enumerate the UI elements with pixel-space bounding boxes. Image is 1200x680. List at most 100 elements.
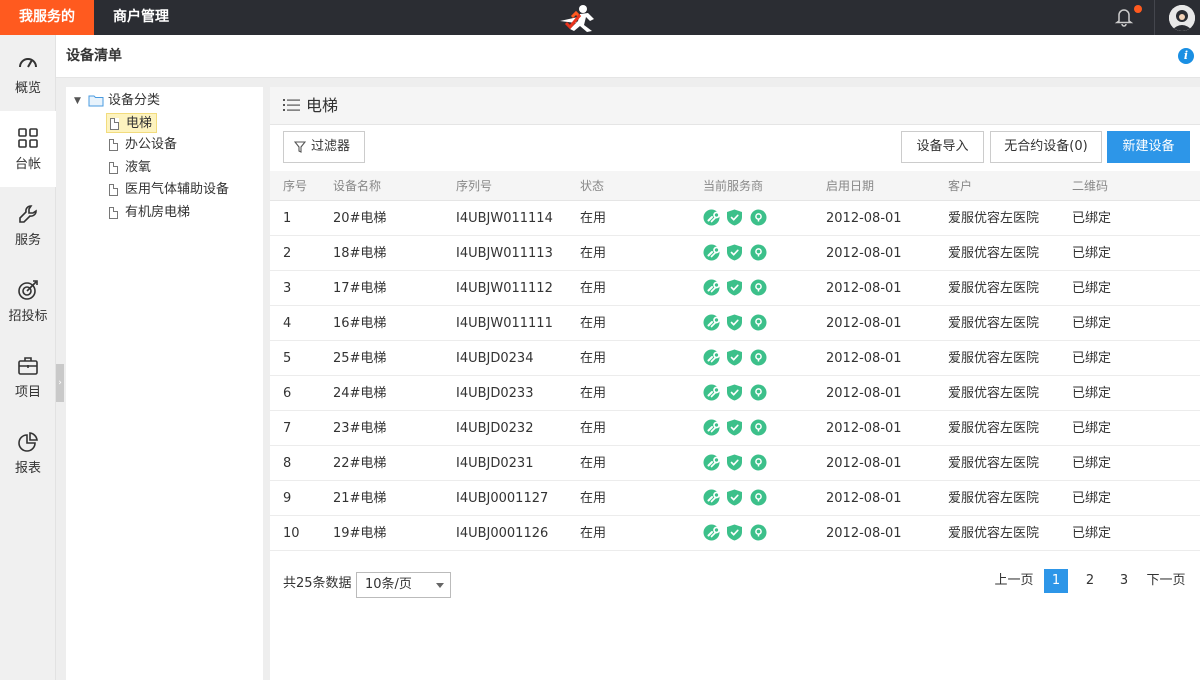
table-row[interactable]: 4 16#电梯 I4UBJW011111 在用 2012-08-01 爱服优容左医院 已绑定 [270,306,1200,341]
top-bar: 我服务的 商户管理 [0,0,1200,35]
table-row[interactable]: 10 19#电梯 I4UBJ0001126 在用 2012-08-01 爱服优容左医院 已绑… [270,516,1200,551]
page-2-button[interactable]: 2 [1078,569,1102,593]
page-3-button[interactable]: 3 [1112,569,1136,593]
shield-check-icon[interactable] [726,524,743,541]
briefcase-icon [18,357,38,375]
cell-name: 20#电梯 [333,211,387,226]
import-equipment-button[interactable]: 设备导入 [901,131,984,163]
column-header-provider[interactable]: 当前服务商 [703,171,763,201]
tree-item-liquid-oxygen[interactable]: 液氧 [106,158,151,178]
next-page-link[interactable]: 下一页 [1142,569,1190,593]
shield-check-icon[interactable] [726,349,743,366]
location-pin-icon[interactable] [750,209,767,226]
info-icon[interactable]: i [1178,48,1194,64]
shield-check-icon[interactable] [726,454,743,471]
wrench-icon[interactable] [703,384,720,401]
table-row[interactable]: 5 25#电梯 I4UBJD0234 在用 2012-08-01 爱服优容左医院 已绑定 [270,341,1200,376]
page-1-button[interactable]: 1 [1044,569,1068,593]
nav-item-report[interactable]: 报表 [0,415,56,491]
wrench-icon[interactable] [703,209,720,226]
prev-page-link[interactable]: 上一页 [992,569,1036,593]
column-header-qrcode[interactable]: 二维码 [1072,171,1108,201]
wrench-icon[interactable] [703,314,720,331]
table-row[interactable]: 6 24#电梯 I4UBJD0233 在用 2012-08-01 爱服优容左医院 已绑定 [270,376,1200,411]
column-header-customer[interactable]: 客户 [948,171,972,201]
sidebar-collapse-handle[interactable]: › [56,364,64,402]
table-header: 序号 设备名称 序列号 状态 当前服务商 启用日期 客户 二维码 [270,171,1200,201]
shield-check-icon[interactable] [726,209,743,226]
shield-check-icon[interactable] [726,489,743,506]
table-row[interactable]: 9 21#电梯 I4UBJ0001127 在用 2012-08-01 爱服优容左医院 已绑定 [270,481,1200,516]
cell-qrcode: 已绑定 [1072,211,1112,226]
gauge-icon [19,58,37,68]
shield-check-icon[interactable] [726,279,743,296]
page-size-select[interactable]: 10条/页 [356,572,451,598]
no-contract-equipment-button[interactable]: 无合约设备(0) [990,131,1102,163]
column-header-status[interactable]: 状态 [580,171,604,201]
column-header-serial[interactable]: 序列号 [456,171,492,201]
filter-icon [294,141,306,153]
filter-button[interactable]: 过滤器 [283,131,365,163]
nav-item-service[interactable]: 服务 [0,187,56,263]
shield-check-icon[interactable] [726,314,743,331]
location-pin-icon[interactable] [750,314,767,331]
cell-customer: 爱服优容左医院 [948,526,1040,541]
wrench-icon [19,205,37,223]
table-row[interactable]: 2 18#电梯 I4UBJW011113 在用 2012-08-01 爱服优容左医院 已绑定 [270,236,1200,271]
wrench-icon[interactable] [703,279,720,296]
column-header-date[interactable]: 启用日期 [826,171,874,201]
wrench-icon[interactable] [703,349,720,366]
cell-name: 18#电梯 [333,246,387,261]
cell-status: 在用 [580,456,607,471]
shield-check-icon[interactable] [726,244,743,261]
tree-item-elevator[interactable]: 电梯 [106,113,158,133]
cell-name: 17#电梯 [333,281,387,296]
cell-date: 2012-08-01 [826,386,902,401]
cell-serial: I4UBJW011113 [456,246,553,261]
wrench-icon[interactable] [703,244,720,261]
tree-item-machine-room-elevator[interactable]: 有机房电梯 [106,203,190,223]
bell-icon[interactable] [1114,7,1134,27]
nav-label: 报表 [14,461,41,476]
avatar[interactable] [1169,5,1195,31]
location-pin-icon[interactable] [750,454,767,471]
nav-item-project[interactable]: 项目 [0,339,56,415]
caret-down-icon[interactable]: ▼ [74,91,81,111]
cell-qrcode: 已绑定 [1072,526,1112,541]
cell-no: 2 [283,246,292,261]
location-pin-icon[interactable] [750,489,767,506]
shield-check-icon[interactable] [726,419,743,436]
tree-item-medical-gas[interactable]: 医用气体辅助设备 [106,180,229,200]
wrench-icon[interactable] [703,454,720,471]
location-pin-icon[interactable] [750,244,767,261]
cell-name: 22#电梯 [333,456,387,471]
cell-qrcode: 已绑定 [1072,316,1112,331]
page-title: 设备清单 [66,48,122,64]
cell-no: 5 [283,351,292,366]
nav-item-overview[interactable]: 概览 [0,35,56,111]
tab-merchant-management[interactable]: 商户管理 [94,0,188,35]
table-row[interactable]: 1 20#电梯 I4UBJW011114 在用 2012-08-01 爱服优容左医院 已绑定 [270,201,1200,236]
tree-item-label: 医用气体辅助设备 [125,182,230,197]
wrench-icon[interactable] [703,419,720,436]
wrench-icon[interactable] [703,489,720,506]
tab-my-services[interactable]: 我服务的 [0,0,94,35]
table-row[interactable]: 3 17#电梯 I4UBJW011112 在用 2012-08-01 爱服优容左医院 已绑定 [270,271,1200,306]
table-row[interactable]: 7 23#电梯 I4UBJD0232 在用 2012-08-01 爱服优容左医院 已绑定 [270,411,1200,446]
nav-item-bidding[interactable]: 招投标 [0,263,56,339]
nav-item-ledger[interactable]: 台帐 [0,111,56,187]
location-pin-icon[interactable] [750,349,767,366]
location-pin-icon[interactable] [750,279,767,296]
column-header-name[interactable]: 设备名称 [333,171,381,201]
location-pin-icon[interactable] [750,524,767,541]
column-header-no[interactable]: 序号 [283,171,307,201]
new-equipment-button[interactable]: 新建设备 [1107,131,1190,163]
cell-no: 3 [283,281,292,296]
wrench-icon[interactable] [703,524,720,541]
shield-check-icon[interactable] [726,384,743,401]
table-row[interactable]: 8 22#电梯 I4UBJD0231 在用 2012-08-01 爱服优容左医院 已绑定 [270,446,1200,481]
location-pin-icon[interactable] [750,419,767,436]
location-pin-icon[interactable] [750,384,767,401]
document-icon [109,207,118,219]
tree-item-office-equipment[interactable]: 办公设备 [106,135,177,155]
